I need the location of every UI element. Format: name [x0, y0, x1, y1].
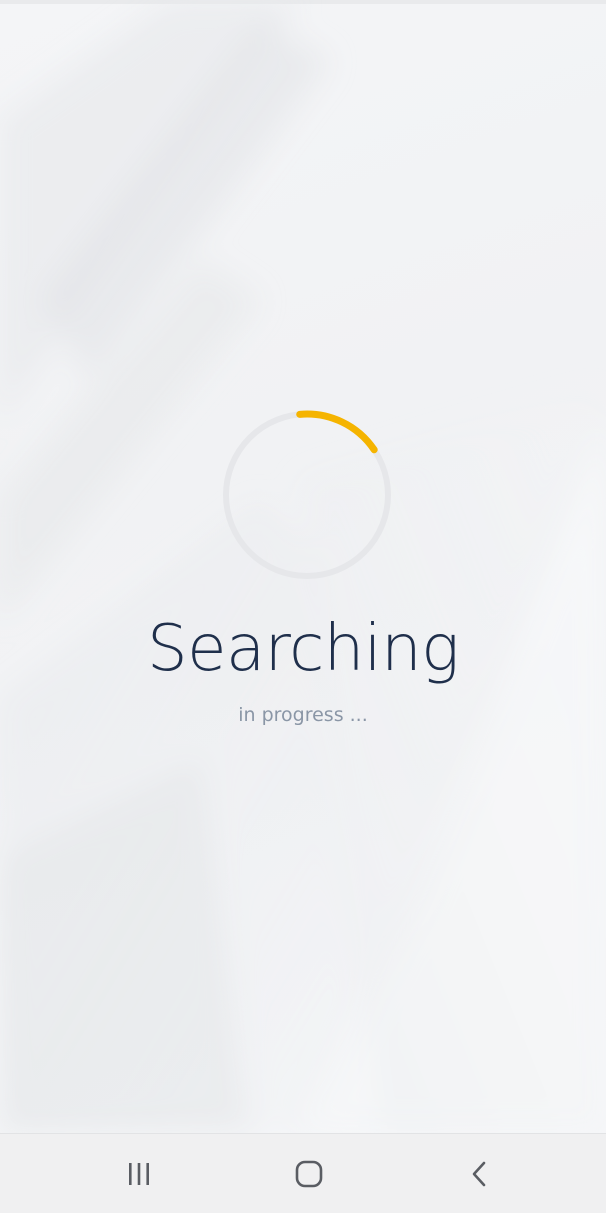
- home-icon: [295, 1160, 323, 1188]
- loading-screen: Searching in progress ...: [0, 0, 606, 1133]
- page-title: Searching: [146, 612, 460, 686]
- back-icon: [472, 1161, 486, 1187]
- recent-apps-button[interactable]: [109, 1152, 169, 1196]
- home-button[interactable]: [279, 1152, 339, 1196]
- recent-apps-icon: [129, 1163, 149, 1185]
- back-button[interactable]: [450, 1152, 510, 1196]
- system-navigation-bar: [0, 1133, 606, 1213]
- status-subtitle: in progress ...: [238, 704, 368, 726]
- spinner-arc: [296, 410, 378, 454]
- loading-spinner: [223, 410, 391, 579]
